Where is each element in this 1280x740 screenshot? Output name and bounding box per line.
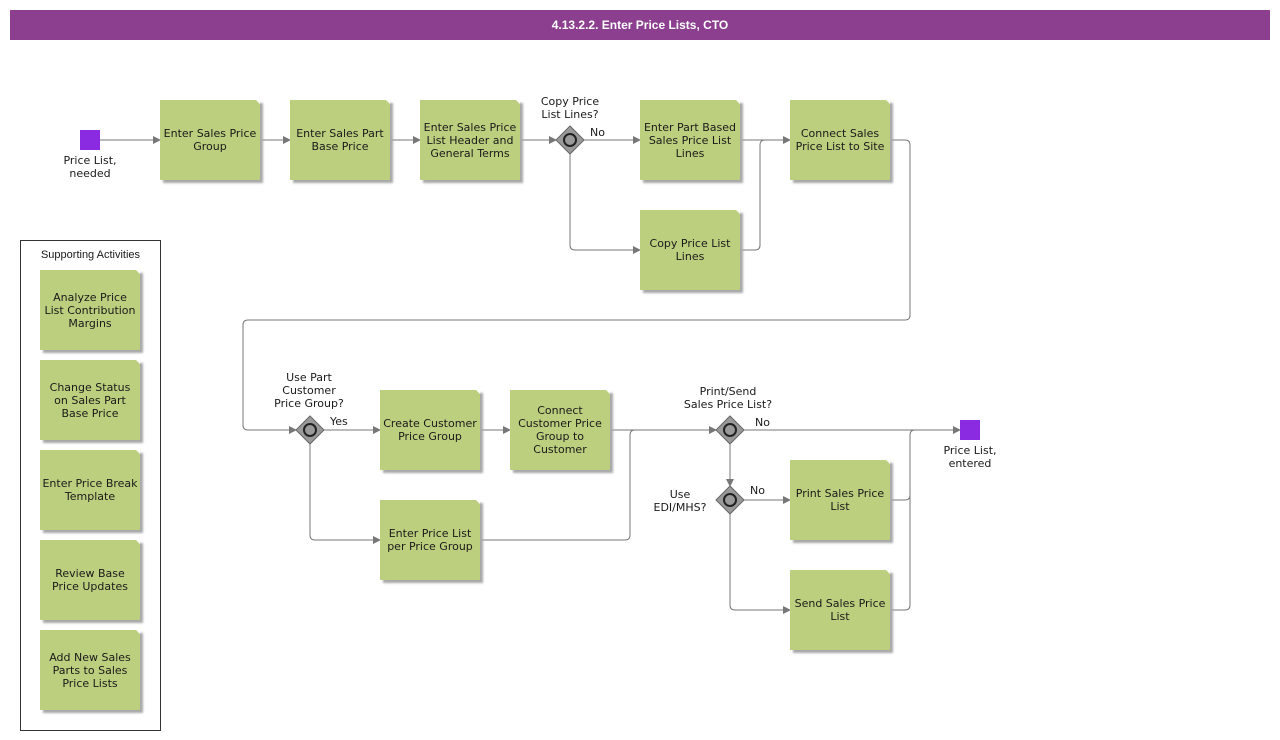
task-create-customer-price-group[interactable]: Create Customer Price Group xyxy=(380,390,480,470)
support-item-review-base-price[interactable]: Review Base Price Updates xyxy=(40,540,140,620)
end-label-line1: Price List, xyxy=(943,444,997,457)
task-enter-part-based-lines[interactable]: Enter Part Based Sales Price List Lines xyxy=(640,100,740,180)
support-item-add-new-parts[interactable]: Add New Sales Parts to Sales Price Lists xyxy=(40,630,140,710)
question-line: EDI/MHS? xyxy=(653,501,707,514)
task-enter-price-list-per-group[interactable]: Enter Price List per Price Group xyxy=(380,500,480,580)
gateway-use-edi[interactable] xyxy=(715,485,745,515)
gateway-print-send-question: Print/Send Sales Price List? xyxy=(678,385,778,411)
question-line: Use Part xyxy=(286,371,332,384)
support-item-change-status[interactable]: Change Status on Sales Part Base Price xyxy=(40,360,140,440)
task-copy-price-list-lines[interactable]: Copy Price List Lines xyxy=(640,210,740,290)
gateway-use-edi-question: Use EDI/MHS? xyxy=(648,488,712,514)
gateway-circle-icon xyxy=(303,423,317,437)
support-item-analyze-margins[interactable]: Analyze Price List Contribution Margins xyxy=(40,270,140,350)
gateway-copy-lines[interactable] xyxy=(555,125,585,155)
question-line: Sales Price List? xyxy=(683,398,773,411)
connector-print-to-end xyxy=(890,429,916,501)
task-enter-header-terms[interactable]: Enter Sales Price List Header and Genera… xyxy=(420,100,520,180)
task-connect-to-site[interactable]: Connect Sales Price List to Site xyxy=(790,100,890,180)
gateway-use-part-customer-question: Use Part Customer Price Group? xyxy=(264,371,354,410)
gateway-use-edi-branch-label: No xyxy=(750,484,765,497)
start-label-line1: Price List, xyxy=(63,154,117,167)
end-label-line2: entered xyxy=(948,457,992,470)
gateway-use-part-customer-branch-label: Yes xyxy=(330,415,348,428)
supporting-activities-title: Supporting Activities xyxy=(40,249,141,261)
gateway-copy-lines-branch-label: No xyxy=(590,126,605,139)
connector-send-to-end xyxy=(890,435,911,611)
task-connect-group-to-customer[interactable]: Connect Customer Price Group to Customer xyxy=(510,390,610,470)
question-line: List Lines? xyxy=(541,108,599,121)
question-line: Copy Price xyxy=(540,95,600,108)
connector-copy-lines-to-site xyxy=(740,139,766,251)
gateway-circle-icon xyxy=(723,493,737,507)
start-event-label: Price List, needed xyxy=(50,154,130,180)
question-line: Price Group? xyxy=(274,397,344,410)
support-item-price-break-template[interactable]: Enter Price Break Template xyxy=(40,450,140,530)
gateway-circle-icon xyxy=(723,423,737,437)
connector-gw4-yes xyxy=(729,514,791,614)
connector-gw2-no xyxy=(309,444,381,544)
task-enter-sales-price-group[interactable]: Enter Sales Price Group xyxy=(160,100,260,180)
start-event[interactable] xyxy=(80,130,100,150)
end-event[interactable] xyxy=(960,420,980,440)
gateway-use-part-customer[interactable] xyxy=(295,415,325,445)
question-line: Customer xyxy=(282,384,336,397)
start-label-line2: needed xyxy=(69,167,111,180)
question-line: Print/Send xyxy=(699,385,757,398)
gateway-print-send[interactable] xyxy=(715,415,745,445)
gateway-copy-lines-question: Copy Price List Lines? xyxy=(530,95,610,121)
task-enter-sales-part-base-price[interactable]: Enter Sales Part Base Price xyxy=(290,100,390,180)
question-line: Use xyxy=(669,488,691,501)
connector-gw1-yes xyxy=(569,154,641,254)
gateway-print-send-branch-label: No xyxy=(755,416,770,429)
task-send-sales-price-list[interactable]: Send Sales Price List xyxy=(790,570,890,650)
gateway-circle-icon xyxy=(563,133,577,147)
end-event-label: Price List, entered xyxy=(930,444,1010,470)
task-print-sales-price-list[interactable]: Print Sales Price List xyxy=(790,460,890,540)
